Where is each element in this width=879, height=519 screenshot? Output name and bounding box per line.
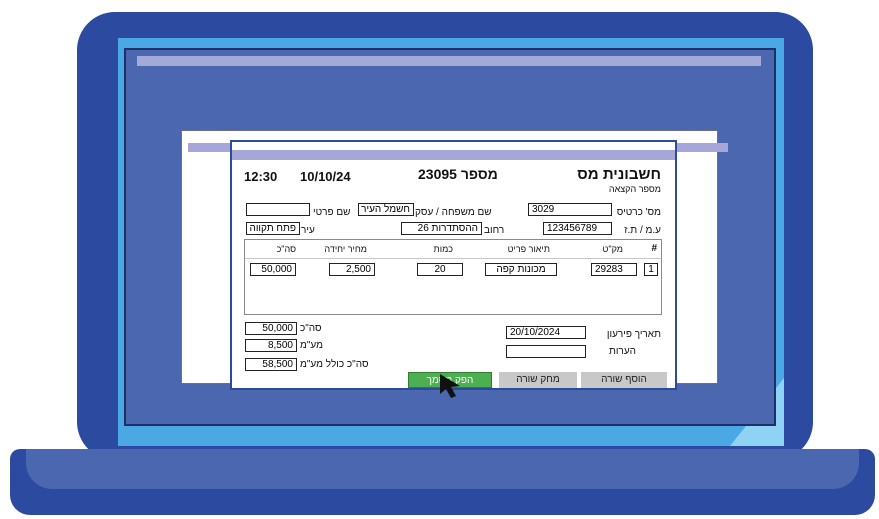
vat-field: 8,500 bbox=[245, 339, 297, 352]
items-table: # מק"ט תיאור פריט כמות מחיר יחידה סה"כ 1… bbox=[244, 239, 662, 315]
row-quantity-field[interactable]: 20 bbox=[417, 263, 463, 276]
delete-row-button[interactable]: מחק שורה bbox=[499, 372, 577, 388]
grand-total-label: סה"כ כולל מע"מ bbox=[300, 359, 369, 370]
notes-field[interactable] bbox=[506, 345, 586, 358]
invoice-date: 10/10/24 bbox=[300, 169, 351, 184]
due-date-label: תאריך פירעון bbox=[606, 329, 661, 340]
invoice-number: מספר 23095 bbox=[418, 166, 498, 182]
street-field[interactable]: ההסתדרות 26 bbox=[401, 222, 482, 235]
form-title-bar bbox=[232, 150, 675, 160]
street-label: רחוב bbox=[484, 225, 505, 236]
row-unit-price-field[interactable]: 2,500 bbox=[329, 263, 375, 276]
column-header-total: סה"כ bbox=[276, 244, 296, 254]
due-date-field[interactable]: 20/10/2024 bbox=[506, 326, 586, 339]
add-row-button[interactable]: הוסף שורה bbox=[581, 372, 667, 388]
card-number-label: מס' כרטיס bbox=[616, 207, 661, 218]
column-header-description: תיאור פריט bbox=[507, 244, 550, 254]
row-sku-field[interactable]: 29283 bbox=[591, 263, 637, 276]
grand-total-field: 58,500 bbox=[245, 358, 297, 371]
id-number-label: ע.מ / ת.ז bbox=[624, 225, 661, 236]
column-header-number: # bbox=[651, 243, 657, 254]
subtotal-field: 50,000 bbox=[245, 322, 297, 335]
family-name-label: שם משפחה / עסק bbox=[415, 207, 492, 218]
column-header-unit-price: מחיר יחידה bbox=[324, 244, 367, 254]
column-header-quantity: כמות bbox=[433, 244, 453, 254]
row-total-field[interactable]: 50,000 bbox=[250, 263, 296, 276]
id-number-field[interactable]: 123456789 bbox=[543, 222, 612, 235]
vat-label: מע"מ bbox=[300, 340, 324, 351]
column-header-sku: מק"ט bbox=[602, 244, 623, 254]
table-header-divider bbox=[245, 258, 661, 259]
first-name-label: שם פרטי bbox=[313, 207, 351, 218]
row-description-field[interactable]: מכונות קפה bbox=[485, 263, 557, 276]
city-label: עיר bbox=[301, 225, 315, 236]
invoice-time: 12:30 bbox=[244, 169, 278, 184]
laptop-base-inner bbox=[26, 449, 859, 489]
invoice-form: חשבונית מס מספר הקצאה מספר 23095 10/10/2… bbox=[230, 140, 677, 390]
form-subtitle: מספר הקצאה bbox=[608, 184, 661, 194]
card-number-field[interactable]: 3029 bbox=[528, 203, 612, 216]
form-title: חשבונית מס bbox=[577, 166, 661, 183]
subtotal-label: סה"כ bbox=[300, 323, 322, 334]
mouse-cursor-icon bbox=[440, 374, 460, 398]
family-name-field[interactable]: חשמל העיר bbox=[358, 203, 414, 216]
notes-label: הערות bbox=[608, 346, 636, 357]
desktop-title-bar bbox=[137, 56, 761, 66]
row-number-field[interactable]: 1 bbox=[644, 263, 658, 276]
city-field[interactable]: פתח תקווה bbox=[246, 222, 300, 235]
first-name-field[interactable] bbox=[246, 203, 310, 216]
